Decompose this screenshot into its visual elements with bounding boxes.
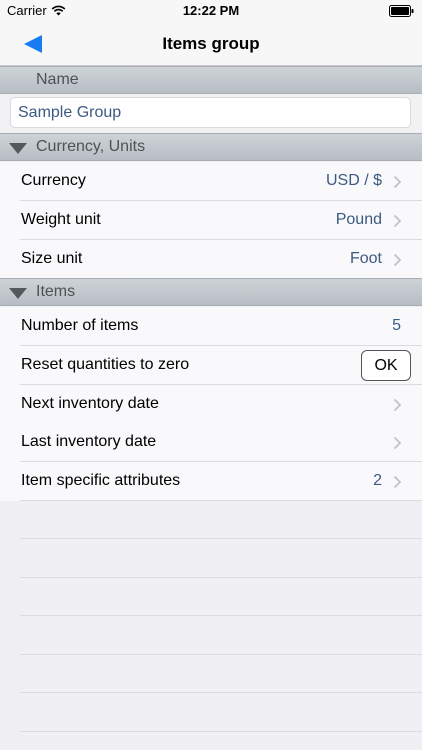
currency-row[interactable]: Currency USD / $: [0, 162, 422, 201]
navigation-bar: Items group: [0, 22, 422, 66]
weight-unit-value: Pound: [335, 211, 382, 228]
chevron-right-icon: [393, 214, 402, 228]
item-specific-attributes-label: Item specific attributes: [21, 472, 181, 489]
currency-units-section-label: Currency, Units: [36, 138, 146, 155]
empty-row-separator: [20, 692, 422, 693]
clock: 12:22 PM: [182, 3, 240, 18]
chevron-right-icon: [393, 253, 402, 267]
reset-ok-button[interactable]: OK: [361, 350, 411, 381]
size-unit-row[interactable]: Size unit Foot: [0, 240, 422, 279]
group-name-input[interactable]: [10, 97, 411, 128]
weight-unit-label: Weight unit: [21, 211, 101, 228]
chevron-right-icon: [393, 398, 402, 412]
chevron-right-icon: [393, 475, 402, 489]
name-field-container: [0, 94, 422, 132]
item-specific-attributes-row[interactable]: Item specific attributes 2: [0, 462, 422, 501]
number-of-items-label: Number of items: [21, 317, 139, 334]
currency-value: USD / $: [325, 172, 382, 189]
battery-icon: [389, 5, 414, 17]
empty-row-separator: [20, 615, 422, 616]
status-bar: Carrier 12:22 PM: [0, 0, 422, 22]
page-title: Items group: [162, 34, 260, 53]
number-of-items-value: 5: [392, 317, 401, 334]
items-section-label: Items: [36, 283, 76, 300]
size-unit-value: Foot: [349, 250, 382, 267]
name-section-label: Name: [36, 71, 79, 88]
collapse-triangle-icon[interactable]: [9, 288, 27, 299]
empty-row-separator: [20, 538, 422, 539]
items-section-header[interactable]: Items: [0, 278, 422, 306]
name-section-header: Name: [0, 66, 422, 94]
collapse-triangle-icon[interactable]: [9, 143, 27, 154]
currency-units-section-header[interactable]: Currency, Units: [0, 133, 422, 161]
chevron-right-icon: [393, 436, 402, 450]
item-specific-attributes-value: 2: [373, 472, 382, 489]
next-inventory-date-row[interactable]: Next inventory date: [0, 385, 422, 424]
currency-label: Currency: [21, 172, 86, 189]
empty-row-separator: [20, 654, 422, 655]
next-inventory-date-label: Next inventory date: [21, 395, 159, 412]
number-of-items-row: Number of items 5: [0, 307, 422, 346]
last-inventory-date-label: Last inventory date: [21, 433, 157, 450]
reset-quantities-row: Reset quantities to zero OK: [0, 346, 422, 385]
last-inventory-date-row[interactable]: Last inventory date: [0, 423, 422, 462]
reset-quantities-label: Reset quantities to zero: [21, 356, 190, 373]
empty-row-separator: [20, 577, 422, 578]
weight-unit-row[interactable]: Weight unit Pound: [0, 201, 422, 240]
empty-row-separator: [20, 731, 422, 732]
chevron-right-icon: [393, 175, 402, 189]
size-unit-label: Size unit: [21, 250, 83, 267]
